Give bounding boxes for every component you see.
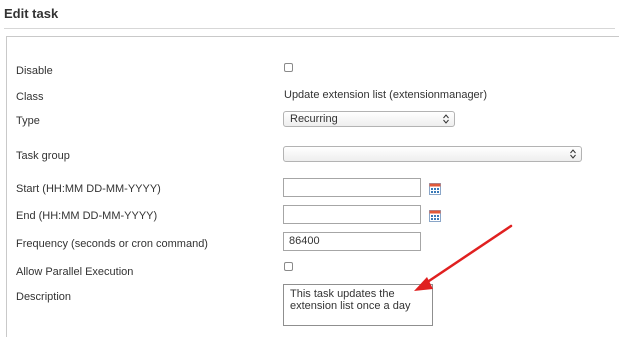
end-label: End (HH:MM DD-MM-YYYY) (16, 210, 158, 222)
disable-label: Disable (16, 65, 53, 77)
type-label: Type (16, 115, 40, 127)
class-value: Update extension list (extensionmanager) (284, 89, 488, 101)
type-select-value: Recurring (290, 113, 338, 125)
start-input[interactable] (283, 178, 421, 197)
disable-checkbox[interactable] (284, 63, 293, 72)
description-label: Description (16, 291, 72, 303)
frequency-value: 86400 (289, 235, 320, 247)
calendar-icon[interactable] (429, 183, 441, 195)
page-header: Edit task (0, 0, 619, 29)
description-value: This task updates the extension list onc… (290, 288, 411, 312)
select-arrows-icon (570, 149, 576, 159)
description-textarea[interactable]: This task updates the extension list onc… (283, 284, 433, 326)
frequency-label: Frequency (seconds or cron command) (16, 238, 208, 250)
parallel-label: Allow Parallel Execution (16, 266, 134, 278)
task-group-label: Task group (16, 150, 70, 162)
class-label: Class (16, 91, 44, 103)
type-select[interactable]: Recurring (283, 111, 455, 127)
header-divider (4, 28, 615, 29)
select-arrows-icon (443, 114, 449, 124)
parallel-checkbox[interactable] (284, 262, 293, 271)
start-label: Start (HH:MM DD-MM-YYYY) (16, 183, 161, 195)
end-input[interactable] (283, 205, 421, 224)
calendar-icon[interactable] (429, 210, 441, 222)
page-title: Edit task (4, 6, 59, 21)
task-group-select[interactable] (283, 146, 582, 162)
frequency-input[interactable]: 86400 (283, 232, 421, 251)
